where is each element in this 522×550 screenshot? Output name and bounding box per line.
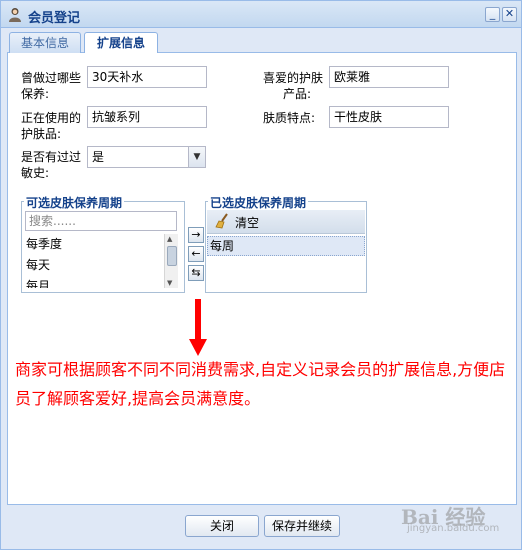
available-list-scrollbar[interactable]: ▲ ▼ bbox=[164, 234, 178, 288]
available-cycles-legend: 可选皮肤保养周期 bbox=[24, 194, 125, 211]
member-registration-window: 会员登记 _ ✕ 基本信息 扩展信息 曾做过哪些 保养: 30天补水 喜爱的护肤… bbox=[0, 0, 522, 550]
tried-products-input[interactable]: 30天补水 bbox=[87, 66, 207, 88]
allergy-label: 是否有过过 敏史: bbox=[21, 149, 81, 181]
tried-products-label-line2: 保养: bbox=[21, 87, 50, 101]
clear-button[interactable]: 清空 bbox=[207, 210, 365, 234]
favorite-products-input[interactable]: 欧莱雅 bbox=[329, 66, 449, 88]
cycle-search-input[interactable]: 搜索...... bbox=[25, 211, 177, 231]
arrow-left-icon: ← bbox=[191, 247, 201, 260]
allergy-dropdown-button[interactable]: ▼ bbox=[189, 146, 206, 168]
list-item[interactable]: 每天 bbox=[24, 255, 164, 276]
scroll-up-icon[interactable]: ▲ bbox=[167, 235, 172, 243]
window-title: 会员登记 bbox=[28, 11, 81, 26]
allergy-label-line1: 是否有过过 bbox=[21, 150, 82, 164]
arrow-right-icon: → bbox=[191, 228, 201, 241]
window-titlebar[interactable]: 会员登记 _ ✕ bbox=[1, 1, 521, 28]
favorite-products-label-line1: 喜爱的护肤 bbox=[263, 71, 324, 85]
add-selected-button[interactable]: → bbox=[188, 227, 204, 243]
list-item[interactable]: 每周 bbox=[207, 236, 365, 256]
current-products-label: 正在使用的 护肤品: bbox=[21, 110, 81, 142]
swap-arrows-icon: ⇆ bbox=[191, 266, 201, 279]
current-products-label-line1: 正在使用的 bbox=[21, 111, 82, 125]
extended-info-panel: 曾做过哪些 保养: 30天补水 喜爱的护肤 产品: 欧莱雅 正在使用的 护肤品:… bbox=[7, 53, 517, 505]
available-cycles-list: 每季度 每天 每月 bbox=[24, 234, 164, 288]
minimize-icon: _ bbox=[489, 7, 496, 20]
user-icon bbox=[9, 8, 21, 22]
tab-strip: 基本信息 扩展信息 bbox=[7, 29, 517, 55]
annotation-arrow-icon bbox=[189, 299, 207, 356]
favorite-products-label-line2: 产品: bbox=[283, 87, 312, 101]
selected-cycles-legend: 已选皮肤保养周期 bbox=[208, 194, 309, 211]
tried-products-label-line1: 曾做过哪些 bbox=[21, 71, 82, 85]
watermark-url: jingyan.baidu.com bbox=[407, 523, 500, 534]
list-item[interactable]: 每月 bbox=[24, 276, 164, 288]
available-cycles-fieldset: 可选皮肤保养周期 搜索...... 每季度 每天 每月 ▲ ▼ bbox=[21, 194, 185, 293]
close-icon: ✕ bbox=[504, 7, 515, 20]
annotation-text: 商家可根据顾客不同不同消费需求,自定义记录会员的扩展信息,方便店员了解顾客爱好,… bbox=[15, 360, 506, 408]
skin-type-label: 肤质特点: bbox=[263, 111, 316, 125]
skin-type-input[interactable]: 干性皮肤 bbox=[329, 106, 449, 128]
tab-extended-info[interactable]: 扩展信息 bbox=[84, 32, 158, 55]
swap-all-button[interactable]: ⇆ bbox=[188, 265, 204, 281]
allergy-select[interactable]: 是 bbox=[87, 146, 189, 168]
close-window-button[interactable]: ✕ bbox=[502, 7, 517, 22]
current-products-label-line2: 护肤品: bbox=[21, 127, 62, 141]
current-products-input[interactable]: 抗皱系列 bbox=[87, 106, 207, 128]
save-and-continue-button[interactable]: 保存并继续 bbox=[264, 515, 340, 537]
chevron-down-icon: ▼ bbox=[193, 152, 201, 162]
allergy-label-line2: 敏史: bbox=[21, 166, 50, 180]
tab-basic-info[interactable]: 基本信息 bbox=[9, 32, 81, 54]
remove-selected-button[interactable]: ← bbox=[188, 246, 204, 262]
tried-products-label: 曾做过哪些 保养: bbox=[21, 70, 81, 102]
selected-cycles-fieldset: 已选皮肤保养周期 清空 每周 bbox=[205, 194, 367, 293]
close-button[interactable]: 关闭 bbox=[185, 515, 259, 537]
minimize-button[interactable]: _ bbox=[485, 7, 500, 22]
clear-label: 清空 bbox=[235, 216, 260, 230]
broom-icon bbox=[215, 213, 228, 229]
list-item[interactable]: 每季度 bbox=[24, 234, 164, 255]
scroll-thumb[interactable] bbox=[167, 246, 177, 266]
favorite-products-label: 喜爱的护肤 产品: bbox=[263, 70, 323, 102]
scroll-down-icon[interactable]: ▼ bbox=[167, 279, 172, 287]
